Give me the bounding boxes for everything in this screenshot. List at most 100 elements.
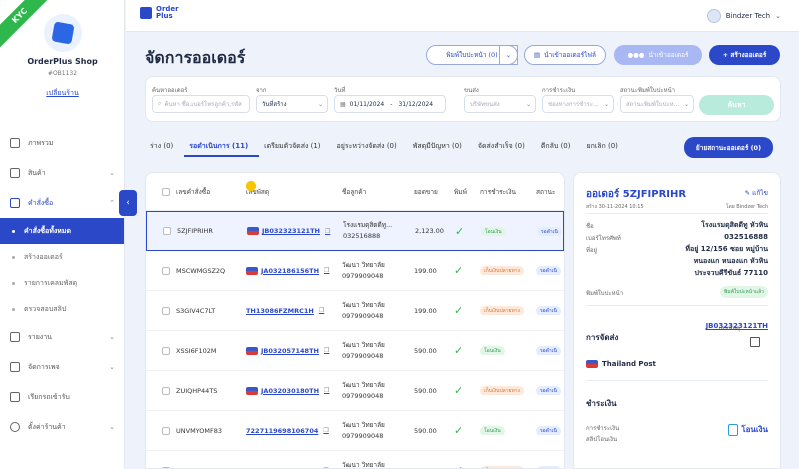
check-icon: ✓ — [454, 344, 464, 357]
tab-pending[interactable]: รอดำเนินการ (11) — [184, 135, 260, 157]
divider — [586, 305, 768, 306]
table-row[interactable]: VAMHKWSWXB7227119698113504❐วัฒนา วิทยาลั… — [146, 181, 564, 468]
table-row[interactable]: XSSI6F102M JB032057148TH ❐ วัฒนา วิทยาลัย 09… — [146, 331, 564, 371]
status-badge: รอดำเนิ — [536, 266, 561, 275]
sidebar-item-pickup[interactable]: เรียกรถเข้ารับ — [0, 382, 124, 412]
check-icon: ✓ — [454, 424, 464, 437]
sidebar-sub-all-orders[interactable]: คำสั่งซื้อทั้งหมด — [0, 218, 124, 244]
chevron-down-icon: ⌄ — [525, 100, 531, 108]
print-label-text: พิมพ์ใบปะหน้า (0) — [446, 51, 498, 59]
chevron-down-icon: ⌄ — [317, 100, 323, 108]
user-name: Bindzer Tech — [725, 12, 771, 20]
from-select[interactable]: วันที่สร้าง ⌄ — [256, 95, 328, 113]
header-amount: ยอดขาย — [414, 187, 438, 196]
sidebar-item-pages[interactable]: จัดการเพจ ⌄ — [0, 352, 124, 382]
table-row[interactable]: 5ZJFIPRIHR JB032323121TH ❐ โรงแรมดุสิตดีทู.… — [146, 211, 564, 251]
tab-draft[interactable]: ร่าง (0) — [145, 135, 184, 157]
table-row[interactable]: UNVMYOMF83 7227119698106704 ❐ วัฒนา วิทยาลั… — [146, 181, 564, 451]
user-menu[interactable]: Bindzer Tech ⌄ — [706, 9, 781, 23]
customer-cell: วัฒนา วิทยาลัย 0979909048 — [342, 380, 414, 402]
copy-icon[interactable]: ❐ — [323, 427, 328, 434]
tracking-cell: JB032057148TH ❐ — [246, 346, 342, 355]
tab-shipping[interactable]: อยู่ระหว่างจัดส่ง (0) — [332, 135, 408, 157]
table-row[interactable]: MSCWMGSZ2Q JA032186156TH ❐ วัฒนา วิทยาลัย 09… — [146, 251, 564, 291]
status-badge: รอดำเนิ — [537, 226, 562, 236]
payment-cell: โอนเงิน — [480, 426, 536, 435]
tab-problem[interactable]: พัสดุมีปัญหา (0) — [408, 135, 473, 157]
orderplus-logo[interactable]: Order Plus — [140, 6, 179, 20]
row-checkbox[interactable] — [162, 386, 170, 395]
tab-preparing[interactable]: เตรียมตัวจัดส่ง (1) — [259, 135, 331, 157]
payment-cell: โอนเงิน — [480, 346, 536, 355]
tab-returned[interactable]: ตีกลับ (0) — [536, 135, 582, 157]
tracking-link[interactable]: JA032030180TH — [261, 387, 319, 395]
row-checkbox[interactable] — [162, 426, 170, 435]
tracking-cell: JA032030180TH ❐ — [246, 386, 342, 395]
tracking-link[interactable]: JB032057148TH — [261, 347, 319, 355]
move-status-button[interactable]: ย้ายสถานะออเดอร์ (0) — [684, 137, 773, 158]
table-row[interactable]: S3GIV4C7LT TH13086FZMRC1H ❐ วัฒนา วิทยาลัย 0… — [146, 181, 564, 331]
copy-icon[interactable]: ❐ — [325, 228, 330, 235]
tab-delivered[interactable]: จัดส่งสำเร็จ (0) — [473, 135, 536, 157]
collapse-sidebar-button[interactable]: ‹ — [119, 190, 137, 216]
sidebar-item-products[interactable]: สินค้า ⌄ — [0, 158, 124, 188]
tracking-link[interactable]: 7227119698106704 — [246, 427, 318, 435]
row-checkbox[interactable] — [162, 306, 170, 315]
sidebar-item-reports[interactable]: รายงาน ⌄ — [0, 322, 124, 352]
row-checkbox-cell — [146, 346, 176, 355]
row-checkbox-cell — [146, 266, 176, 275]
carrier-logo-icon — [247, 227, 259, 235]
row-checkbox[interactable] — [163, 227, 171, 235]
copy-icon[interactable]: ❐ — [324, 347, 329, 354]
date-end: 31/12/2024 — [398, 100, 434, 108]
barcode-icon[interactable] — [750, 337, 760, 347]
carrier-select[interactable]: บริษัทขนส่ง ⌄ — [464, 95, 536, 113]
payment-select[interactable]: ช่องทางการชำระ... ⌄ — [542, 95, 614, 113]
date-range-input[interactable]: ▦ 01/11/2024-31/12/2024 — [334, 95, 446, 113]
table-row[interactable]: ZUIQHP44TS JA032030180TH ❐ วัฒนา วิทยาลัย 09… — [146, 371, 564, 411]
copy-icon[interactable]: ❐ — [324, 387, 329, 394]
create-order-button[interactable]: + สร้างออเดอร์ — [709, 45, 780, 65]
order-id: 5ZJFIPRIHR — [177, 227, 213, 235]
copy-icon[interactable]: ❐ — [319, 307, 324, 314]
sidebar-item-overview[interactable]: ภาพรวม — [0, 128, 124, 158]
copy-icon[interactable]: ❐ — [324, 267, 329, 274]
check-icon: ✓ — [454, 464, 480, 468]
tracking-link[interactable]: JA032186156TH — [261, 267, 319, 275]
order-id: S3GIV4C7LT — [176, 306, 216, 315]
row-checkbox[interactable] — [162, 346, 170, 355]
tracking-link[interactable]: TH13086FZMRC1H — [246, 307, 314, 315]
import-file-button[interactable]: ▤ นำเข้าออเดอร์ไฟล์ — [524, 45, 606, 65]
sidebar-item-label: รายงาน — [28, 332, 52, 341]
chevron-down-icon: ⌄ — [775, 12, 781, 20]
sidebar-sub-create-order[interactable]: สร้างออเดอร์ — [0, 244, 124, 270]
payment-cell: เก็บเงินปลายทาง — [480, 266, 536, 275]
customer-name: โรงแรมดุสิตดีทู... — [343, 221, 393, 229]
status-badge: รอดำเนิ — [536, 426, 561, 435]
sidebar-sub-check-slip[interactable]: ตรวจสอบสลิป — [0, 296, 124, 322]
sidebar-sub-claims[interactable]: รายการเคลมพัสดุ — [0, 270, 124, 296]
print-options-button[interactable]: ⌄ — [499, 45, 518, 65]
change-shop-link[interactable]: เปลี่ยนร้าน — [0, 88, 124, 99]
sidebar-item-orders[interactable]: คำสั่งซื้อ ⌃ — [0, 188, 124, 218]
search-button[interactable]: ค้นหา — [699, 95, 774, 115]
customer-name: วัฒนา วิทยาลัย — [342, 380, 385, 389]
customer-cell: วัฒนา วิทยาลัย 0979909048 — [342, 300, 414, 322]
date-start: 01/11/2024 — [349, 100, 385, 108]
chevron-down-icon: ⌄ — [603, 100, 609, 108]
select-all-checkbox[interactable] — [162, 187, 170, 196]
search-label: ค้นหาออเดอร์ — [152, 87, 188, 94]
marketplace-icons: ●●● — [627, 51, 645, 59]
tracking-link[interactable]: JB032323121TH — [262, 227, 320, 235]
print-status-select[interactable]: สถานะพิมพ์ใบปะห... ⌄ — [620, 95, 694, 113]
search-input[interactable]: ⌕ ค้นหา ชื่อ,เบอร์โทรลูกค้า,รหัส — [152, 95, 250, 113]
import-order-button[interactable]: ●●● นำเข้าออเดอร์ — [614, 45, 702, 65]
chat-icon — [10, 362, 20, 372]
row-checkbox[interactable] — [162, 266, 170, 275]
sidebar-item-settings[interactable]: ตั้งค่าร้านค้า ⌄ — [0, 412, 124, 442]
chevron-down-icon: ⌄ — [109, 363, 115, 371]
tab-cancelled[interactable]: ยกเลิก (0) — [582, 135, 629, 157]
edit-button[interactable]: ✎ แก้ไข — [745, 188, 768, 198]
customer-phone: 0979909048 — [342, 391, 384, 400]
tracking-link[interactable]: JB032323121TH — [706, 322, 768, 330]
